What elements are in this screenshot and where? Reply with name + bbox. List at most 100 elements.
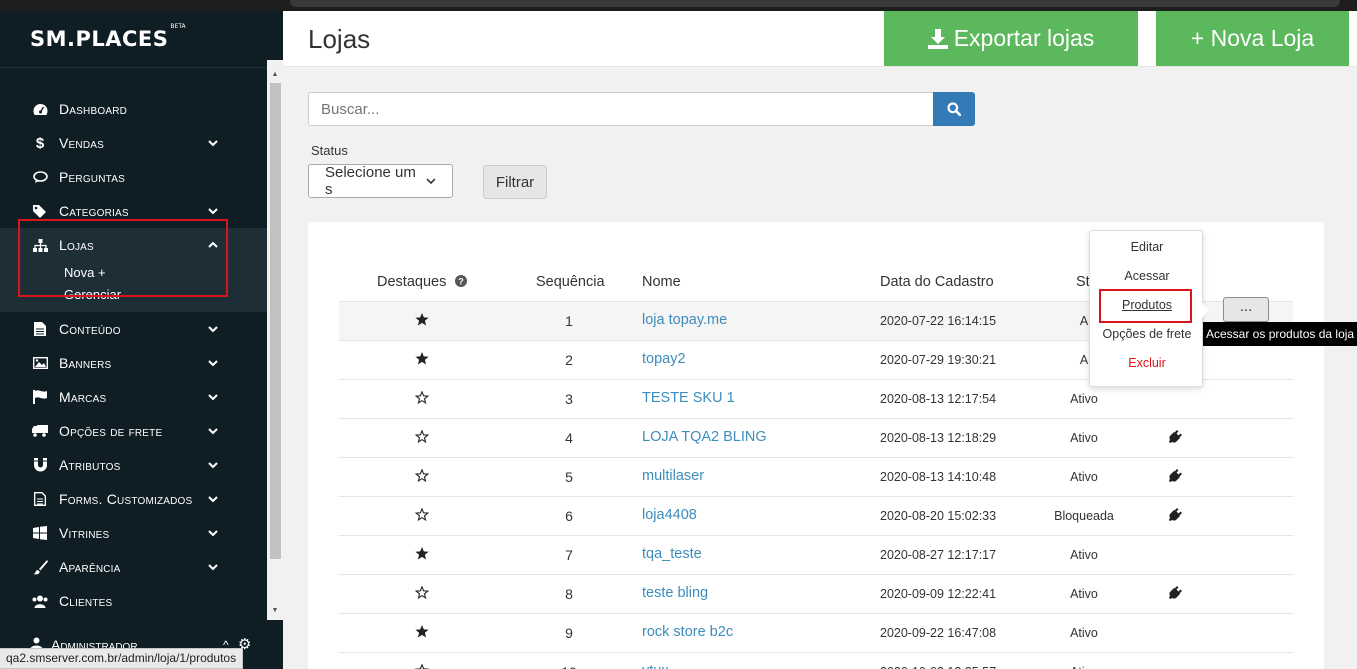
store-name-link[interactable]: topay2 <box>642 351 686 367</box>
star-outline-icon[interactable] <box>414 390 430 407</box>
question-circle-icon[interactable]: ? <box>455 275 468 287</box>
date-cell: 2020-09-09 12:22:41 <box>880 587 997 601</box>
menu-item-acessar[interactable]: Acessar <box>1090 269 1204 283</box>
star-outline-icon[interactable] <box>414 663 430 669</box>
dollar-icon: $ <box>35 134 45 152</box>
star-filled-icon[interactable] <box>415 547 429 563</box>
store-name-link[interactable]: loja topay.me <box>642 312 727 328</box>
store-name-link[interactable]: rock store b2c <box>642 624 733 640</box>
sidebar-item-atributos[interactable]: Atributos <box>0 448 267 482</box>
plug-icon <box>1169 469 1182 485</box>
magnet-icon <box>32 457 48 473</box>
chevron-down-icon <box>208 208 218 215</box>
table-row[interactable]: 10 vtux 2020-10-02 12:25:57 Ativo <box>339 652 1293 669</box>
lojas-highlight-box <box>18 219 228 297</box>
search-input[interactable] <box>308 92 934 126</box>
star-outline-icon[interactable] <box>414 585 430 602</box>
new-store-label: + Nova Loja <box>1190 25 1315 51</box>
windows-icon <box>32 525 48 541</box>
sidebar-item-clientes[interactable]: Clientes <box>0 584 267 618</box>
sidebar-item-label: Aparência <box>59 559 121 575</box>
col-nome[interactable]: Nome <box>642 274 681 290</box>
status-cell: Bloqueada <box>1054 509 1114 523</box>
menu-item-opcoes-frete[interactable]: Opções de frete <box>1090 327 1204 341</box>
export-stores-button[interactable]: Exportar lojas <box>884 11 1138 66</box>
sidebar-item-vitrines[interactable]: Vitrines <box>0 516 267 550</box>
status-cell: Ativo <box>1044 665 1124 669</box>
table-row[interactable]: 9 rock store b2c 2020-09-22 16:47:08 Ativo <box>339 613 1293 652</box>
menu-item-editar[interactable]: Editar <box>1090 240 1204 254</box>
download-icon <box>927 28 948 49</box>
date-cell: 2020-08-13 14:10:48 <box>880 470 997 484</box>
brand-logo[interactable]: SM.PLACESBETA <box>30 23 186 51</box>
status-cell: Ativo <box>1070 470 1098 484</box>
page-title: Lojas <box>308 24 371 54</box>
chevron-down-icon <box>208 326 218 333</box>
col-destaques-label: Destaques <box>377 274 447 290</box>
sidebar-item-opcoes-frete[interactable]: Opções de frete <box>0 414 267 448</box>
sequence-cell: 1 <box>565 313 573 329</box>
new-store-button[interactable]: + Nova Loja <box>1156 11 1349 66</box>
browser-top-strip <box>0 0 1357 11</box>
date-cell: 2020-07-22 16:14:15 <box>880 314 997 328</box>
table-row[interactable]: 6 loja4408 2020-08-20 15:02:33 Bloqueada <box>339 496 1293 535</box>
sidebar-item-aparencia[interactable]: Aparência <box>0 550 267 584</box>
beta-badge: BETA <box>170 23 186 30</box>
table-row[interactable]: 4 LOJA TQA2 BLING 2020-08-13 12:18:29 Ativo <box>339 418 1293 457</box>
store-name-link[interactable]: multilaser <box>642 468 704 484</box>
star-outline-icon[interactable] <box>414 429 430 446</box>
sidebar-item-conteudo[interactable]: Conteúdo <box>0 312 267 346</box>
file-icon <box>32 321 48 337</box>
sequence-cell: 3 <box>565 391 573 407</box>
sequence-cell: 8 <box>565 586 573 602</box>
sequence-cell: 5 <box>565 469 573 485</box>
sidebar-item-perguntas[interactable]: Perguntas <box>0 160 267 194</box>
tags-icon <box>32 203 48 219</box>
table-row[interactable]: 8 teste bling 2020-09-09 12:22:41 Ativo <box>339 574 1293 613</box>
store-name-link[interactable]: tqa_teste <box>642 546 702 562</box>
menu-item-excluir[interactable]: Excluir <box>1090 356 1204 370</box>
star-outline-icon[interactable] <box>414 468 430 485</box>
store-name-link[interactable]: vtux <box>642 663 669 669</box>
row-actions-button[interactable]: ... <box>1223 297 1269 322</box>
sidebar-item-marcas[interactable]: Marcas <box>0 380 267 414</box>
date-cell: 2020-07-29 19:30:21 <box>880 353 997 367</box>
star-filled-icon[interactable] <box>415 625 429 641</box>
status-cell: Ativo <box>1070 431 1098 445</box>
chevron-down-icon <box>208 496 218 503</box>
table-row[interactable]: 7 tqa_teste 2020-08-27 12:17:17 Ativo <box>339 535 1293 574</box>
logo-text: SM.PLACES <box>30 27 169 51</box>
form-icon <box>32 491 48 507</box>
sidebar-item-label: Clientes <box>59 593 113 609</box>
browser-status-url: qa2.smserver.com.br/admin/loja/1/produto… <box>0 648 244 669</box>
star-filled-icon[interactable] <box>415 313 429 329</box>
chevron-down-icon <box>208 428 218 435</box>
date-cell: 2020-10-02 12:25:57 <box>880 665 996 669</box>
status-select[interactable]: Selecione um s <box>308 164 453 198</box>
sidebar-item-label: Forms. Customizados <box>59 491 193 507</box>
sidebar-item-banners[interactable]: Banners <box>0 346 267 380</box>
col-sequencia[interactable]: Sequência <box>536 274 605 290</box>
status-label: Status <box>311 143 348 158</box>
star-outline-icon[interactable] <box>414 507 430 524</box>
sidebar-scrollbar-thumb[interactable] <box>270 83 281 559</box>
filter-button[interactable]: Filtrar <box>483 165 547 199</box>
search-button[interactable] <box>933 92 975 126</box>
store-name-link[interactable]: TESTE SKU 1 <box>642 390 735 406</box>
col-status[interactable]: St <box>1076 274 1090 290</box>
sidebar-item-vendas[interactable]: $ Vendas <box>0 126 267 160</box>
store-name-link[interactable]: teste bling <box>642 585 708 601</box>
sequence-cell: 6 <box>565 508 573 524</box>
date-cell: 2020-08-13 12:18:29 <box>880 431 997 445</box>
sidebar-item-forms-customizados[interactable]: Forms. Customizados <box>0 482 267 516</box>
scroll-up-arrow-icon[interactable]: ▲ <box>270 71 280 79</box>
col-destaques[interactable]: Destaques ? <box>377 274 468 290</box>
main-content: Lojas Exportar lojas + Nova Loja Status … <box>283 11 1357 669</box>
scroll-down-arrow-icon[interactable]: ▼ <box>270 607 280 615</box>
store-name-link[interactable]: LOJA TQA2 BLING <box>642 429 767 445</box>
table-row[interactable]: 5 multilaser 2020-08-13 14:10:48 Ativo <box>339 457 1293 496</box>
store-name-link[interactable]: loja4408 <box>642 507 697 523</box>
sidebar-item-dashboard[interactable]: Dashboard <box>0 92 267 126</box>
col-data-cadastro[interactable]: Data do Cadastro <box>880 274 994 290</box>
star-filled-icon[interactable] <box>415 352 429 368</box>
